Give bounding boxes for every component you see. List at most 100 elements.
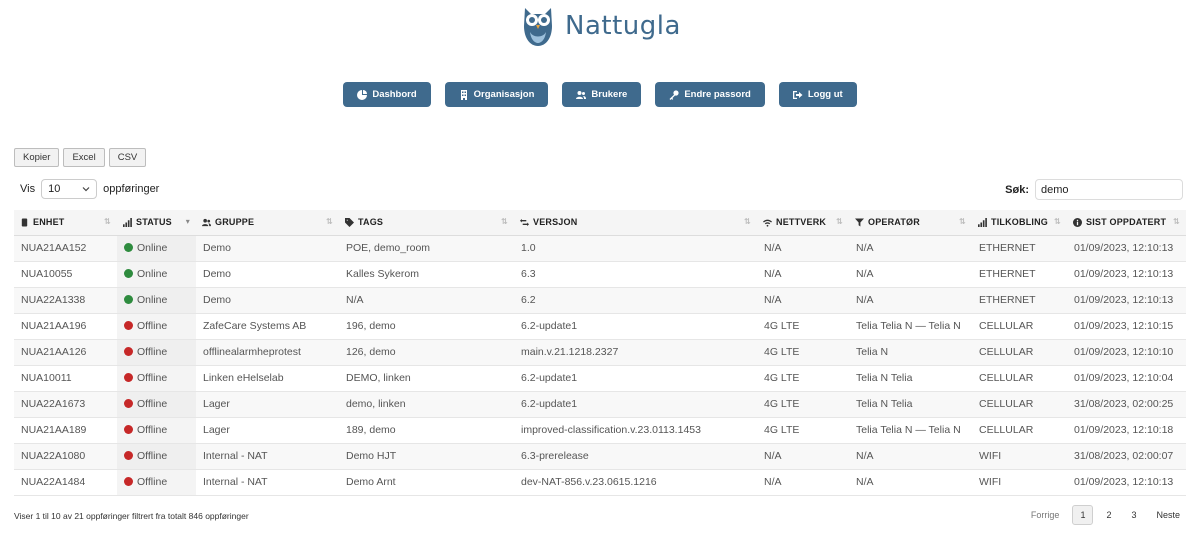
pagination-page-2[interactable]: 2 [1099,507,1118,523]
cell-versjon: main.v.21.1218.2327 [514,339,757,366]
sort-icon: ⇅ [744,217,751,226]
column-header-nettverk[interactable]: NETTVERK ⇅ [757,210,849,236]
table-row[interactable]: NUA22A1673 Offline Lager demo, linken 6.2-up… [14,391,1186,418]
page-length-select[interactable]: 10 [41,179,98,199]
search-input[interactable] [1035,179,1183,200]
status-dot-icon [124,477,133,486]
cell-versjon: 6.2 [514,287,757,314]
status-dot-icon [124,399,133,408]
cell-tilkobling: WIFI [972,469,1067,496]
column-header-operator[interactable]: OPERATØR ⇅ [849,210,972,236]
device-icon [21,218,28,227]
table-row[interactable]: NUA10011 Offline Linken eHelselab DEMO, lin… [14,365,1186,392]
table-info: Viser 1 til 10 av 21 oppføringer filtrer… [14,511,249,521]
cell-tags: POE, demo_room [339,235,514,262]
brand-name: Nattugla [565,11,681,41]
cell-sist-oppdatert: 01/09/2023, 12:10:13 [1067,469,1186,496]
copy-button[interactable]: Kopier [14,148,60,167]
cell-nettverk: N/A [757,235,849,262]
cell-versjon: 6.2-update1 [514,365,757,392]
cell-gruppe: Internal - NAT [196,443,339,470]
cell-tilkobling: WIFI [972,443,1067,470]
cell-nettverk: 4G LTE [757,417,849,444]
pagination-page-3[interactable]: 3 [1124,507,1143,523]
cell-enhet: NUA10055 [14,261,117,288]
status-text: Online [137,294,168,306]
pagination: Forrige 1 2 3 Neste [1024,505,1187,525]
cell-versjon: 6.3-prerelease [514,443,757,470]
table-row[interactable]: NUA10055 Online Demo Kalles Sykerom 6.3 N/A N/… [14,261,1186,288]
cell-status: Online [117,261,196,288]
cell-operator: Telia N [849,339,972,366]
cell-enhet: NUA22A1484 [14,469,117,496]
cell-status: Online [117,287,196,314]
column-header-enhet[interactable]: ENHET ⇅ [14,210,117,236]
cell-versjon: 6.2-update1 [514,391,757,418]
column-header-status[interactable]: STATUS ▾ [117,210,196,236]
cell-status: Offline [117,339,196,366]
pie-chart-icon [357,89,368,100]
table-row[interactable]: NUA21AA126 Offline offlinealarmheprotest 12… [14,339,1186,366]
status-dot-icon [124,295,133,304]
table-row[interactable]: NUA22A1338 Online Demo N/A 6.2 N/A N/A ETHERNET… [14,287,1186,314]
status-dot-icon [124,321,133,330]
pagination-prev[interactable]: Forrige [1024,507,1067,523]
cell-sist-oppdatert: 01/09/2023, 12:10:10 [1067,339,1186,366]
status-text: Offline [137,450,168,462]
search-label: Søk: [1005,183,1029,196]
pagination-page-1[interactable]: 1 [1072,505,1094,525]
column-header-sist-oppdatert[interactable]: SIST OPPDATERT ⇅ [1067,210,1186,236]
length-prefix: Vis [20,183,36,195]
column-header-gruppe[interactable]: GRUPPE ⇅ [196,210,339,236]
table-row[interactable]: NUA21AA189 Offline Lager 189, demo improved-… [14,417,1186,444]
cell-sist-oppdatert: 31/08/2023, 02:00:25 [1067,391,1186,418]
cell-gruppe: offlinealarmheprotest [196,339,339,366]
key-icon [669,89,679,100]
table-body: NUA21AA152 Online Demo POE, demo_room 1.0 N/A… [14,235,1186,496]
cell-tags: N/A [339,287,514,314]
organisation-button-label: Organisasjon [473,89,535,100]
pagination-next[interactable]: Neste [1149,507,1187,523]
change-password-button-label: Endre passord [684,89,751,100]
logout-button[interactable]: Logg ut [778,82,857,107]
cell-nettverk: 4G LTE [757,365,849,392]
column-header-versjon[interactable]: VERSJON ⇅ [514,210,757,236]
organisation-button[interactable]: Organisasjon [444,82,549,107]
table-row[interactable]: NUA22A1080 Offline Internal - NAT Demo HJT 6… [14,443,1186,470]
cell-sist-oppdatert: 31/08/2023, 02:00:07 [1067,443,1186,470]
status-text: Offline [137,476,168,488]
cell-nettverk: N/A [757,469,849,496]
cell-enhet: NUA22A1080 [14,443,117,470]
cell-operator: Telia Telia N — Telia N [849,313,972,340]
export-buttons: Kopier Excel CSV [14,148,147,167]
cell-sist-oppdatert: 01/09/2023, 12:10:15 [1067,313,1186,340]
cell-enhet: NUA22A1673 [14,391,117,418]
cell-operator: Telia N Telia [849,391,972,418]
dashboard-button[interactable]: Dashbord [343,82,431,107]
cell-tags: Demo HJT [339,443,514,470]
cell-tags: DEMO, linken [339,365,514,392]
column-header-tilkobling[interactable]: TILKOBLING ⇅ [972,210,1067,236]
table-row[interactable]: NUA22A1484 Offline Internal - NAT Demo Arnt… [14,469,1186,496]
table-row[interactable]: NUA21AA152 Online Demo POE, demo_room 1.0 N/A… [14,235,1186,262]
cell-sist-oppdatert: 01/09/2023, 12:10:04 [1067,365,1186,392]
change-password-button[interactable]: Endre passord [655,82,765,107]
cell-enhet: NUA21AA196 [14,313,117,340]
table-row[interactable]: NUA21AA196 Offline ZafeCare Systems AB 196,… [14,313,1186,340]
excel-button[interactable]: Excel [63,148,105,167]
cell-status: Offline [117,365,196,392]
cell-tags: 126, demo [339,339,514,366]
users-icon [202,218,211,226]
length-suffix: oppføringer [103,183,160,195]
users-button[interactable]: Brukere [562,82,642,107]
signal-bars-icon [978,217,987,227]
status-dot-icon [124,269,133,278]
column-header-tags[interactable]: TAGS ⇅ [339,210,514,236]
csv-button[interactable]: CSV [108,148,147,167]
page-length-control: Vis 10 oppføringer [20,179,159,199]
status-text: Offline [137,320,168,332]
sort-icon: ⇅ [326,217,333,226]
cell-tilkobling: ETHERNET [972,261,1067,288]
cell-status: Offline [117,417,196,444]
cell-status: Offline [117,391,196,418]
